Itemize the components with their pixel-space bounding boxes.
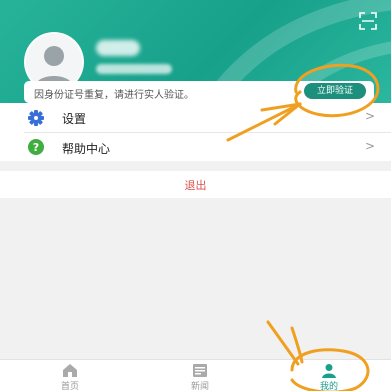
annotation-arrow-profile-1 [266, 320, 300, 366]
question-icon: ? [28, 139, 44, 155]
tab-home[interactable]: 首页 [30, 360, 110, 392]
user-name-blurred [96, 40, 140, 56]
tab-news[interactable]: 新闻 [160, 360, 240, 392]
tab-label-news: 新闻 [190, 382, 209, 392]
gear-icon [28, 110, 44, 126]
tab-label-home: 首页 [60, 382, 79, 392]
logout-button[interactable]: 退出 [0, 171, 391, 198]
notice-text: 因身份证号重复，请进行实人验证。 [34, 90, 194, 101]
menu-label-help: 帮助中心 [62, 142, 111, 156]
logout-label: 退出 [184, 179, 207, 192]
tab-label-profile: 我的 [319, 382, 338, 392]
tab-profile[interactable]: 我的 [289, 360, 369, 392]
scan-icon[interactable] [359, 12, 377, 30]
menu-item-help[interactable]: ? 帮助中心 > [0, 133, 391, 162]
news-icon [193, 364, 207, 377]
user-icon [322, 364, 336, 378]
bottom-tab-bar: 首页 新闻 我的 [0, 359, 391, 392]
chevron-right-icon: > [364, 109, 375, 123]
home-icon [63, 364, 77, 377]
chevron-right-icon: > [364, 139, 375, 153]
annotation-arrow-profile-2 [290, 326, 304, 364]
svg-text:?: ? [33, 141, 39, 154]
verify-now-button[interactable]: 立即验证 [304, 83, 366, 99]
verification-notice: 因身份证号重复，请进行实人验证。 立即验证 [24, 81, 374, 103]
menu-item-settings[interactable]: 设置 > [0, 103, 391, 133]
menu-label-settings: 设置 [62, 112, 87, 126]
user-id-blurred [96, 64, 172, 74]
settings-menu: 设置 > ? 帮助中心 > [0, 103, 391, 161]
